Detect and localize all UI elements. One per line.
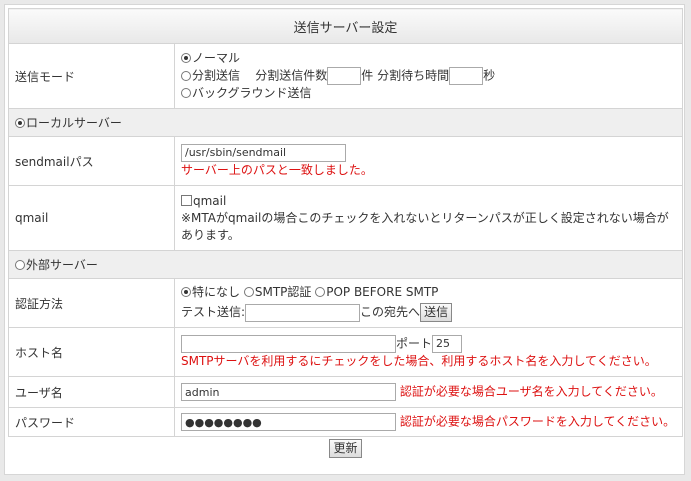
password-label: パスワード bbox=[8, 407, 175, 437]
auth-cell: 特になし SMTP認証 POP BEFORE SMTP テスト送信: この宛先へ送… bbox=[174, 278, 683, 328]
option-background-label: バックグラウンド送信 bbox=[192, 86, 312, 100]
split-wait-unit: 秒 bbox=[483, 68, 496, 83]
password-row: パスワード 認証が必要な場合パスワードを入力してください。 bbox=[8, 407, 683, 437]
split-wait-input[interactable] bbox=[449, 67, 484, 85]
external-server-option[interactable]: 外部サーバー bbox=[8, 250, 683, 279]
port-input[interactable] bbox=[432, 334, 463, 353]
radio-local-server[interactable] bbox=[15, 118, 25, 128]
qmail-checkbox[interactable] bbox=[181, 194, 192, 206]
local-server-option[interactable]: ローカルサーバー bbox=[8, 108, 683, 137]
auth-pop-label: POP BEFORE SMTP bbox=[326, 285, 439, 299]
settings-panel: 送信サーバー設定 送信モード ノーマル 分割送信 分割送信件数 件 分割待ち時間 秒… bbox=[4, 4, 685, 475]
radio-auth-pop[interactable] bbox=[315, 287, 326, 297]
split-wait-label: 分割待ち時間 bbox=[377, 68, 450, 83]
user-label: ユーザ名 bbox=[8, 376, 175, 408]
user-input[interactable] bbox=[181, 383, 396, 401]
send-server-settings-table: 送信サーバー設定 送信モード ノーマル 分割送信 分割送信件数 件 分割待ち時間 秒… bbox=[8, 8, 683, 458]
auth-smtp-label: SMTP認証 bbox=[254, 285, 312, 299]
radio-normal[interactable] bbox=[181, 53, 191, 63]
submit-row: 更新 bbox=[9, 437, 683, 458]
host-note: SMTPサーバを利用するにチェックをした場合、利用するホスト名を入力してください… bbox=[181, 353, 657, 368]
update-button[interactable]: 更新 bbox=[329, 439, 362, 458]
qmail-checkbox-label: qmail bbox=[193, 193, 227, 208]
send-mode-label: 送信モード bbox=[8, 43, 175, 109]
test-send: テスト送信: この宛先へ 送信 bbox=[181, 303, 676, 322]
test-send-label: テスト送信: bbox=[181, 305, 246, 319]
host-cell: ポート SMTPサーバを利用するにチェックをした場合、利用するホスト名を入力して… bbox=[174, 327, 683, 377]
port-label: ポート bbox=[396, 336, 433, 350]
split-count-unit: 件 bbox=[361, 68, 374, 83]
submit-cell: 更新 bbox=[9, 437, 683, 458]
host-label: ホスト名 bbox=[8, 327, 175, 377]
auth-row: 認証方法 特になし SMTP認証 POP BEFORE SMTP テスト送信: こ… bbox=[8, 278, 683, 328]
send-button[interactable]: 送信 bbox=[420, 303, 453, 322]
auth-options: 特になし SMTP認証 POP BEFORE SMTP bbox=[181, 284, 676, 301]
external-server-label: 外部サーバー bbox=[26, 258, 98, 272]
qmail-option[interactable]: qmail bbox=[181, 193, 676, 210]
qmail-row: qmail qmail ※MTAがqmailの場合このチェックを入れないとリター… bbox=[8, 185, 683, 251]
external-server-section: 外部サーバー bbox=[8, 250, 683, 279]
auth-none-label: 特になし bbox=[192, 285, 241, 299]
sendmail-path-input[interactable] bbox=[181, 143, 346, 162]
send-mode-row: 送信モード ノーマル 分割送信 分割送信件数 件 分割待ち時間 秒 バックグラウンド… bbox=[8, 43, 683, 109]
sendmail-note: サーバー上のパスと一致しました。 bbox=[181, 162, 373, 177]
sendmail-label: sendmailパス bbox=[8, 136, 175, 186]
page-title: 送信サーバー設定 bbox=[8, 8, 683, 44]
option-split: 分割送信 分割送信件数 件 分割待ち時間 秒 bbox=[181, 67, 676, 85]
local-server-label: ローカルサーバー bbox=[26, 116, 122, 130]
radio-auth-smtp[interactable] bbox=[243, 287, 254, 297]
send-mode-options: ノーマル 分割送信 分割送信件数 件 分割待ち時間 秒 バックグラウンド送信 bbox=[174, 43, 683, 109]
user-note: 認証が必要な場合ユーザ名を入力してください。 bbox=[399, 384, 663, 399]
local-server-section: ローカルサーバー bbox=[8, 108, 683, 137]
password-note: 認証が必要な場合パスワードを入力してください。 bbox=[399, 414, 676, 429]
split-count-label: 分割送信件数 bbox=[255, 68, 328, 83]
sendmail-row: sendmailパス サーバー上のパスと一致しました。 bbox=[8, 136, 683, 186]
option-normal[interactable]: ノーマル bbox=[181, 50, 676, 67]
split-count-input[interactable] bbox=[327, 67, 362, 85]
radio-split[interactable] bbox=[181, 70, 191, 81]
radio-external-server[interactable] bbox=[15, 260, 25, 270]
title-row: 送信サーバー設定 bbox=[8, 8, 683, 44]
qmail-cell: qmail ※MTAがqmailの場合このチェックを入れないとリターンパスが正し… bbox=[174, 185, 683, 251]
user-cell: 認証が必要な場合ユーザ名を入力してください。 bbox=[174, 376, 683, 408]
qmail-note: ※MTAがqmailの場合このチェックを入れないとリターンパスが正しく設定されな… bbox=[181, 210, 669, 242]
host-row: ホスト名 ポート SMTPサーバを利用するにチェックをした場合、利用するホスト名… bbox=[8, 327, 683, 377]
option-background[interactable]: バックグラウンド送信 bbox=[181, 85, 676, 102]
password-input[interactable] bbox=[181, 413, 396, 431]
auth-label: 認証方法 bbox=[8, 278, 175, 328]
radio-background[interactable] bbox=[181, 88, 191, 98]
option-split-label: 分割送信 bbox=[192, 68, 241, 83]
test-send-input[interactable] bbox=[245, 303, 361, 322]
user-row: ユーザ名 認証が必要な場合ユーザ名を入力してください。 bbox=[8, 376, 683, 408]
qmail-label: qmail bbox=[8, 185, 175, 251]
host-input[interactable] bbox=[181, 334, 396, 353]
password-cell: 認証が必要な場合パスワードを入力してください。 bbox=[174, 407, 683, 437]
sendmail-cell: サーバー上のパスと一致しました。 bbox=[174, 136, 683, 186]
radio-auth-none[interactable] bbox=[181, 287, 191, 297]
option-normal-label: ノーマル bbox=[192, 51, 241, 65]
test-send-suffix: この宛先へ bbox=[360, 305, 421, 319]
